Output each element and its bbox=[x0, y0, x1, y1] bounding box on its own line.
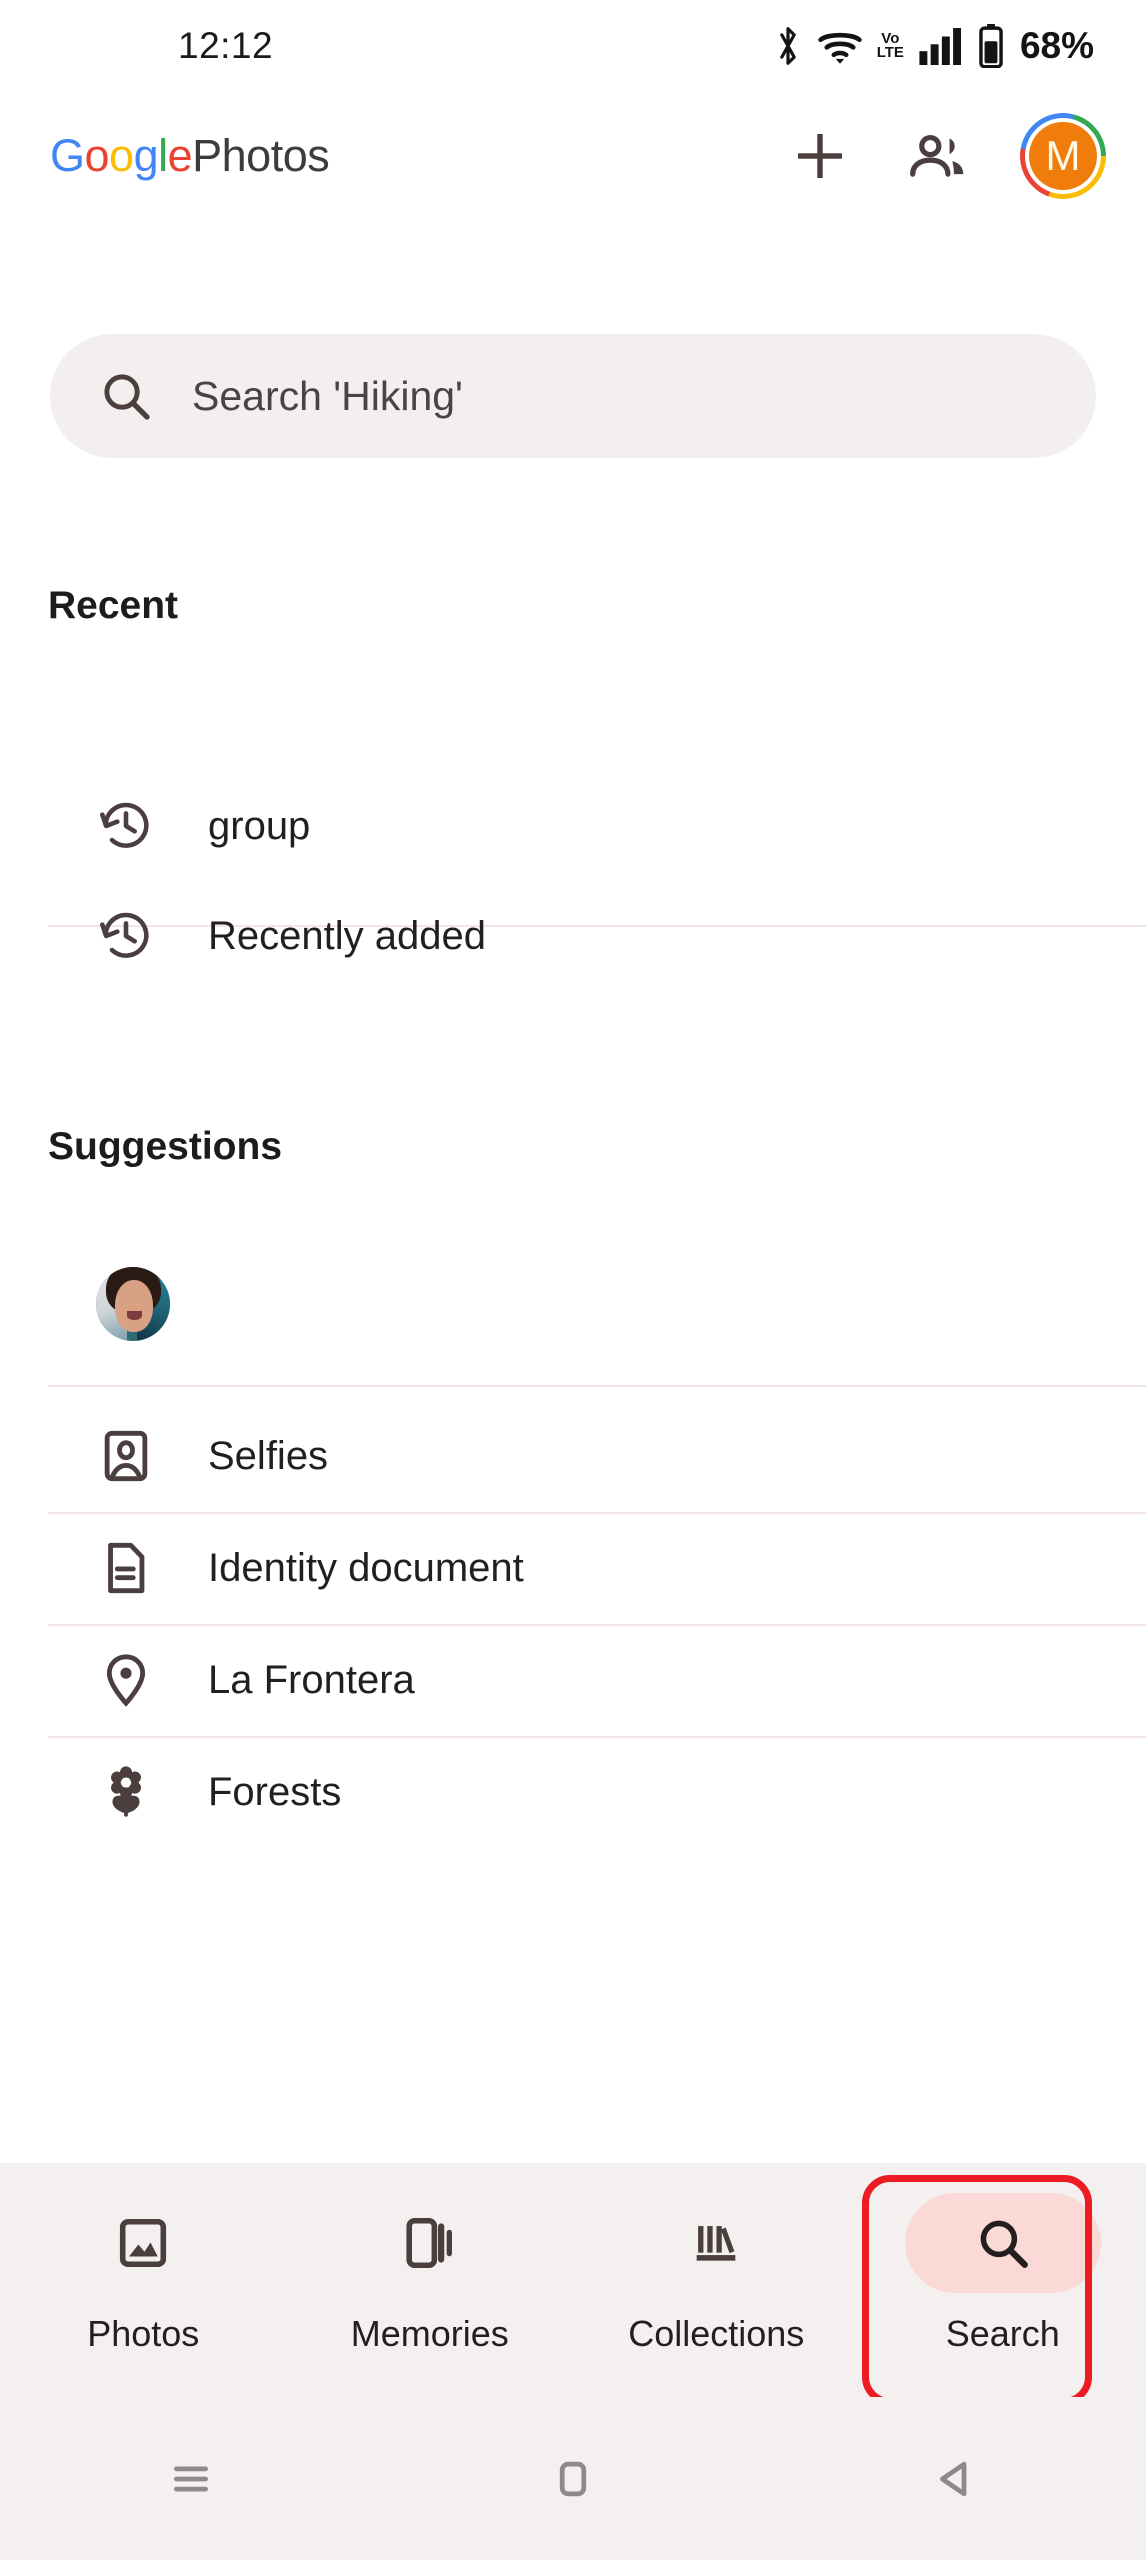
people-icon bbox=[905, 123, 971, 189]
battery-percent: 68% bbox=[1020, 25, 1094, 67]
recents-button[interactable] bbox=[0, 2452, 382, 2506]
nav-tab-collections[interactable]: Collections bbox=[573, 2193, 860, 2355]
status-time: 12:12 bbox=[178, 25, 273, 67]
app-bar-actions: M bbox=[784, 113, 1106, 199]
account-avatar[interactable]: M bbox=[1020, 113, 1106, 199]
divider bbox=[48, 1385, 1146, 1387]
app-title: GooglePhotos bbox=[50, 130, 329, 182]
portrait-icon bbox=[96, 1426, 156, 1486]
home-icon bbox=[546, 2452, 600, 2506]
nav-tab-memories[interactable]: Memories bbox=[287, 2193, 574, 2355]
status-bar: 12:12 Vo LTE bbox=[0, 0, 1146, 92]
back-icon bbox=[928, 2452, 982, 2506]
suggestions-section-title: Suggestions bbox=[48, 1125, 282, 1169]
search-placeholder: Search 'Hiking' bbox=[192, 373, 463, 420]
history-icon bbox=[96, 906, 156, 966]
suggestion-item-label: Identity document bbox=[208, 1546, 524, 1591]
volte-icon: Vo LTE bbox=[877, 32, 904, 61]
nav-label-memories: Memories bbox=[351, 2313, 509, 2355]
app-bar: GooglePhotos M bbox=[0, 96, 1146, 216]
avatar-initial: M bbox=[1029, 122, 1097, 190]
recent-section-title: Recent bbox=[48, 584, 178, 628]
recent-item-recently-added[interactable]: Recently added bbox=[0, 880, 1146, 992]
logo-letter-o2: o bbox=[109, 130, 134, 181]
logo-letter-l: l bbox=[158, 130, 168, 181]
memories-icon bbox=[401, 2214, 459, 2272]
search-icon bbox=[98, 368, 154, 424]
recent-item-label: Recently added bbox=[208, 914, 486, 959]
logo-letter-g1: G bbox=[50, 130, 85, 181]
app-title-photos: Photos bbox=[192, 130, 329, 181]
add-button[interactable] bbox=[784, 120, 856, 192]
suggestion-item-face[interactable] bbox=[0, 1248, 1146, 1360]
search-icon bbox=[974, 2214, 1032, 2272]
nav-tab-photos[interactable]: Photos bbox=[0, 2193, 287, 2355]
nav-pill-photos bbox=[45, 2193, 241, 2293]
recents-icon bbox=[164, 2452, 218, 2506]
logo-letter-o1: o bbox=[85, 130, 110, 181]
bluetooth-icon bbox=[773, 25, 803, 67]
app-screen: 12:12 Vo LTE bbox=[0, 0, 1146, 2560]
sharing-button[interactable] bbox=[902, 120, 974, 192]
recent-item-group[interactable]: group bbox=[0, 770, 1146, 882]
collections-icon bbox=[687, 2214, 745, 2272]
nav-pill-search bbox=[905, 2193, 1101, 2293]
home-button[interactable] bbox=[382, 2452, 764, 2506]
image-icon bbox=[114, 2214, 172, 2272]
suggestion-item-label: Forests bbox=[208, 1770, 341, 1815]
suggestion-item-forests[interactable]: Forests bbox=[0, 1736, 1146, 1848]
signal-icon bbox=[918, 27, 964, 65]
recent-item-label: group bbox=[208, 804, 310, 849]
nav-pill-collections bbox=[618, 2193, 814, 2293]
plus-icon bbox=[789, 125, 851, 187]
nav-pill-memories bbox=[332, 2193, 528, 2293]
location-pin-icon bbox=[96, 1650, 156, 1710]
flower-icon bbox=[96, 1762, 156, 1822]
nav-label-search: Search bbox=[946, 2313, 1060, 2355]
battery-icon bbox=[978, 24, 1004, 68]
nav-tab-search[interactable]: Search bbox=[860, 2193, 1146, 2355]
history-icon bbox=[96, 796, 156, 856]
nav-label-photos: Photos bbox=[87, 2313, 199, 2355]
face-thumbnail bbox=[96, 1267, 170, 1341]
search-input[interactable]: Search 'Hiking' bbox=[50, 334, 1096, 458]
wifi-icon bbox=[817, 26, 863, 66]
system-navigation-bar bbox=[0, 2397, 1146, 2560]
logo-letter-g2: g bbox=[134, 130, 159, 181]
suggestion-item-identity-document[interactable]: Identity document bbox=[0, 1512, 1146, 1624]
document-icon bbox=[96, 1538, 156, 1598]
bottom-navigation: Photos Memories bbox=[0, 2163, 1146, 2397]
suggestion-item-label: Selfies bbox=[208, 1434, 328, 1479]
suggestion-item-selfies[interactable]: Selfies bbox=[0, 1400, 1146, 1512]
logo-letter-e: e bbox=[168, 130, 193, 181]
back-button[interactable] bbox=[764, 2452, 1146, 2506]
status-icon-group: Vo LTE 68% bbox=[773, 24, 1094, 68]
nav-label-collections: Collections bbox=[628, 2313, 804, 2355]
suggestion-item-label: La Frontera bbox=[208, 1658, 415, 1703]
suggestion-item-la-frontera[interactable]: La Frontera bbox=[0, 1624, 1146, 1736]
